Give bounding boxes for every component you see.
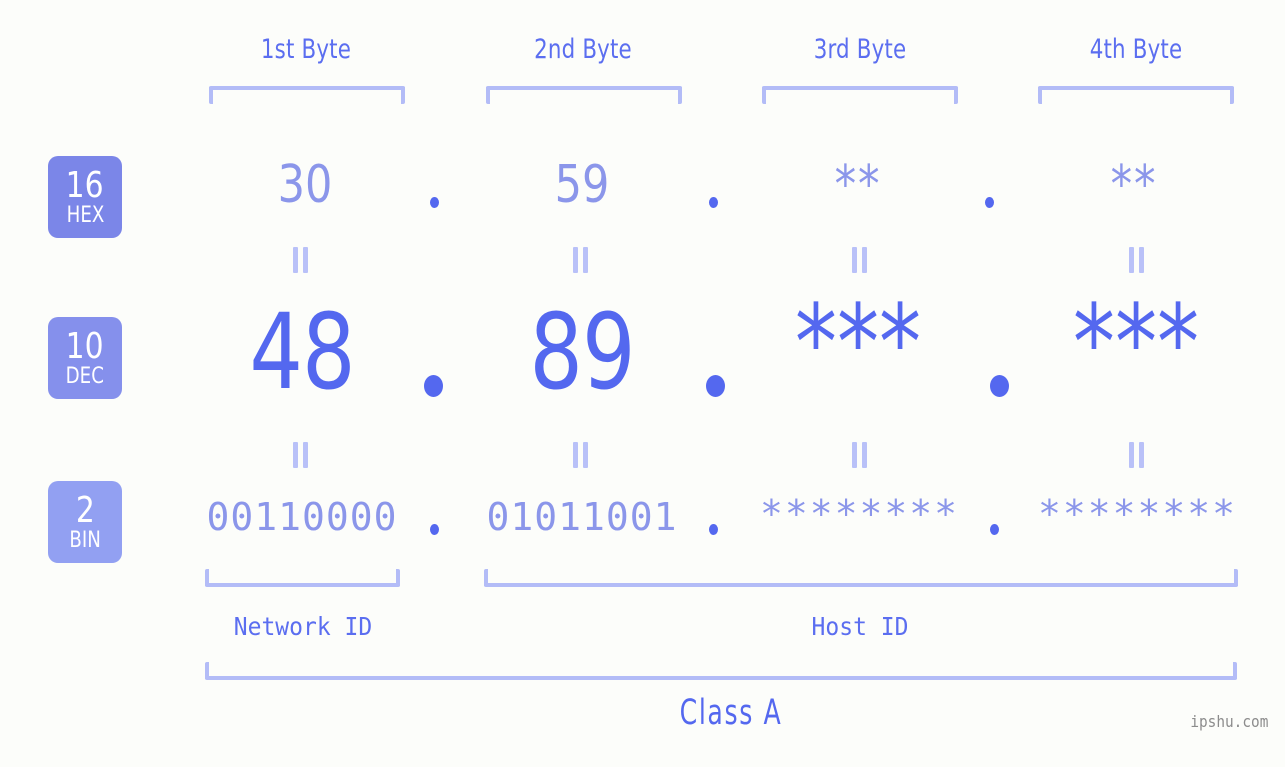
- dec-byte-3-value: ***: [794, 282, 922, 404]
- radix-badge-dec-unit: DEC: [65, 364, 105, 390]
- byte-bracket-3: [762, 86, 958, 104]
- bin-separator-dot-3: [990, 524, 999, 535]
- radix-badge-hex: 16 HEX: [48, 156, 122, 238]
- dec-separator-dot-3: [990, 375, 1009, 397]
- network-id-label: Network ID: [233, 612, 373, 641]
- dec-byte-4-value: ***: [1072, 282, 1200, 404]
- byte-bracket-4: [1038, 86, 1234, 104]
- dec-separator-dot-1: [424, 375, 443, 397]
- bin-byte-3-value: ********: [760, 492, 960, 536]
- byte-header-4: 4th Byte: [1089, 34, 1183, 65]
- radix-badge-bin: 2 BIN: [48, 481, 122, 563]
- radix-badge-dec: 10 DEC: [48, 317, 122, 399]
- equality-mark-hex-dec-1: [292, 247, 309, 273]
- byte-bracket-2: [486, 86, 682, 104]
- dec-byte-1-value: 48: [249, 291, 355, 413]
- watermark: ipshu.com: [1190, 712, 1269, 731]
- equality-mark-hex-dec-4: [1128, 247, 1145, 273]
- byte-bracket-1: [209, 86, 405, 104]
- byte-header-3: 3rd Byte: [813, 34, 907, 65]
- equality-mark-dec-bin-1: [292, 442, 309, 468]
- network-id-bracket: [205, 569, 400, 587]
- equality-mark-hex-dec-2: [572, 247, 589, 273]
- equality-mark-dec-bin-2: [572, 442, 589, 468]
- hex-separator-dot-2: [709, 197, 718, 208]
- dec-separator-dot-2: [706, 375, 725, 397]
- ip-byte-breakdown-diagram: 1st Byte 2nd Byte 3rd Byte 4th Byte 16 H…: [0, 0, 1285, 767]
- bin-byte-4-value: ********: [1038, 492, 1238, 536]
- hex-separator-dot-1: [430, 197, 439, 208]
- bin-byte-2-value: 01011001: [486, 495, 678, 539]
- bin-separator-dot-1: [430, 524, 439, 535]
- host-id-label: Host ID: [811, 612, 909, 641]
- byte-header-2: 2nd Byte: [534, 34, 632, 65]
- class-label: Class A: [679, 693, 783, 733]
- hex-byte-4-value: **: [1110, 155, 1158, 215]
- bin-byte-1-value: 00110000: [206, 495, 398, 539]
- hex-byte-3-value: **: [834, 155, 882, 215]
- radix-badge-dec-number: 10: [66, 325, 104, 367]
- equality-mark-hex-dec-3: [851, 247, 868, 273]
- equality-mark-dec-bin-3: [851, 442, 868, 468]
- radix-badge-bin-number: 2: [75, 489, 95, 531]
- class-bracket: [205, 662, 1237, 680]
- host-id-bracket: [484, 569, 1238, 587]
- hex-byte-2-value: 59: [554, 155, 610, 215]
- hex-separator-dot-3: [985, 197, 994, 208]
- radix-badge-hex-unit: HEX: [66, 203, 104, 229]
- equality-mark-dec-bin-4: [1128, 442, 1145, 468]
- bin-separator-dot-2: [709, 524, 718, 535]
- dec-byte-2-value: 89: [529, 291, 635, 413]
- radix-badge-hex-number: 16: [66, 164, 104, 206]
- hex-byte-1-value: 30: [277, 155, 333, 215]
- radix-badge-bin-unit: BIN: [69, 528, 101, 554]
- byte-header-1: 1st Byte: [260, 34, 352, 65]
